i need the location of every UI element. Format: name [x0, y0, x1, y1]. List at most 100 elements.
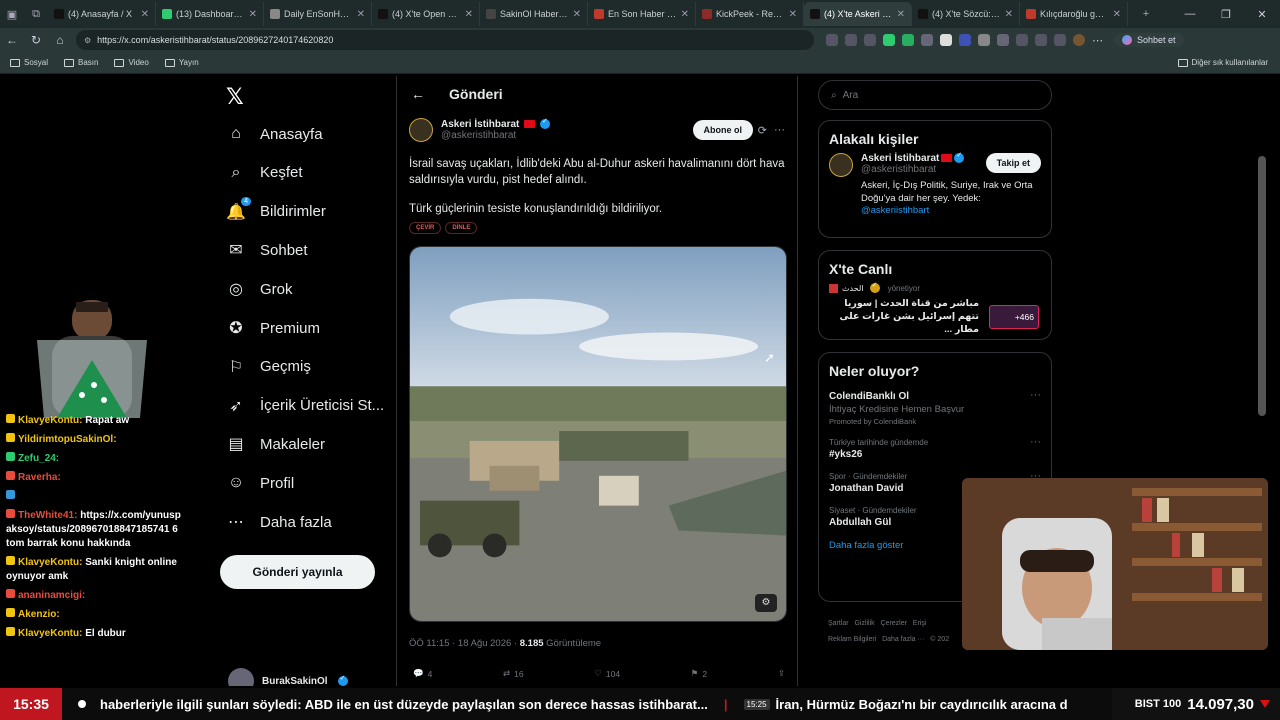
reload-icon[interactable]: ↻	[24, 33, 48, 47]
tweet-avatar[interactable]	[409, 118, 433, 142]
tab-close-icon[interactable]: ✕	[141, 9, 149, 20]
tab-close-icon[interactable]: ✕	[465, 9, 473, 20]
trend-item[interactable]: ColendiBanklı Ol İhtiyaç Kredisine Hemen …	[819, 385, 1051, 432]
maximize-icon[interactable]: ❐	[1208, 8, 1244, 21]
nav-item-bell[interactable]: 🔔 4 Bildirimler	[226, 196, 326, 222]
extension-icon[interactable]	[883, 34, 895, 46]
back-icon[interactable]: ←	[0, 33, 24, 47]
more-icon[interactable]: ⋯	[1092, 34, 1104, 47]
tab-close-icon[interactable]: ✕	[897, 9, 905, 20]
tab-close-icon[interactable]: ✕	[249, 9, 257, 20]
share-button[interactable]: ⇪	[778, 668, 785, 679]
other-bookmarks[interactable]: Diğer sık kullanılanlar	[1177, 58, 1268, 67]
url-field[interactable]: ⚙ https://x.com/askeristihbarat/status/2…	[76, 30, 814, 50]
grok-icon[interactable]: ⟳	[758, 124, 767, 137]
extension-icon[interactable]	[940, 34, 952, 46]
browser-tab[interactable]: Daily EnSonHaber ✕	[264, 2, 372, 26]
repost-button[interactable]: ⇄ 16	[503, 668, 524, 679]
nav-item-premium[interactable]: ✪ Premium	[226, 318, 320, 338]
tab-label: (4) Anasayfa / X	[68, 9, 133, 19]
star-icon[interactable]	[864, 34, 876, 46]
copilot-button[interactable]: Sohbet et	[1114, 33, 1184, 47]
nav-item-article[interactable]: ▤ Makaleler	[226, 434, 325, 454]
extension-icon[interactable]	[845, 34, 857, 46]
browser-tab[interactable]: KickPeek - Real-tim ✕	[696, 2, 804, 26]
live-item[interactable]: مباشر من قناة الحدث | سوريا تتهم إسرائيل…	[819, 293, 1051, 340]
post-button[interactable]: Gönderi yayınla	[220, 555, 375, 589]
tab-close-icon[interactable]: ✕	[1005, 9, 1013, 20]
more-icon[interactable]: ···	[774, 124, 785, 136]
nav-item-rocket[interactable]: ➶ İçerik Üreticisi St...	[226, 396, 384, 416]
extension-icon[interactable]	[921, 34, 933, 46]
browser-tab[interactable]: (13) Dashboard / St ✕	[156, 2, 264, 26]
tab-close-icon[interactable]: ✕	[573, 9, 581, 20]
follow-button[interactable]: Takip et	[985, 153, 1041, 173]
bookmark-folder[interactable]: Sosyal	[10, 58, 48, 67]
scrollbar[interactable]	[1258, 156, 1266, 416]
collections-icon[interactable]	[1054, 34, 1066, 46]
related-bio: Askeri, İç-Dış Politik, Suriye, Irak ve …	[861, 180, 1033, 204]
nav-item-chat[interactable]: ✉ Sohbet	[226, 240, 307, 260]
extension-icon[interactable]	[826, 34, 838, 46]
tab-close-icon[interactable]: ✕	[1113, 9, 1121, 20]
extension-icon[interactable]	[978, 34, 990, 46]
site-info-icon[interactable]: ⚙	[84, 36, 91, 45]
split-icon[interactable]	[1016, 34, 1028, 46]
nav-item-bookmark[interactable]: ⚐ Geçmiş	[226, 357, 311, 377]
related-bio-link[interactable]: @askeriistihbart	[861, 205, 1041, 216]
tweet-photo[interactable]	[409, 246, 787, 622]
nav-item-home[interactable]: ⌂ Anasayfa	[226, 124, 322, 144]
home-icon[interactable]: ⌂	[48, 33, 72, 47]
streamer-overlay	[37, 300, 147, 418]
tweet-author-name[interactable]: Askeri İstihbarat	[441, 119, 519, 130]
tab-close-icon[interactable]: ✕	[681, 9, 689, 20]
subscribe-button[interactable]: Abone ol	[692, 120, 753, 140]
folder-icon	[114, 58, 125, 67]
more-icon[interactable]: ···	[1030, 436, 1041, 448]
extension-icon[interactable]	[959, 34, 971, 46]
favorites-icon[interactable]	[1035, 34, 1047, 46]
rocket-icon: ➶	[229, 397, 243, 415]
nav-item-more[interactable]: ⋯ Daha fazla	[226, 512, 332, 532]
new-tab-button[interactable]: +	[1134, 2, 1158, 26]
like-button[interactable]: ♡ 104	[594, 668, 620, 679]
tweet-author-handle[interactable]: @askeristihbarat	[441, 130, 550, 141]
close-icon[interactable]: ✕	[1244, 8, 1280, 21]
nav-item-search[interactable]: ⌕ Keşfet	[226, 163, 303, 183]
tab-close-icon[interactable]: ✕	[789, 9, 797, 20]
browser-tab[interactable]: En Son Haber - Hab ✕	[588, 2, 696, 26]
trend-item[interactable]: Türkiye tarihinde gündemde #yks26 ···	[819, 432, 1051, 466]
nav-item-grok[interactable]: ◎ Grok	[226, 279, 293, 299]
translate-button[interactable]: ÇEVİR	[409, 222, 442, 234]
related-name[interactable]: Askeri İstihbarat	[861, 153, 939, 164]
chat-message: Zefu_24:	[6, 452, 182, 466]
related-avatar[interactable]	[829, 153, 853, 177]
nav-item-profile[interactable]: ☺ Profil	[226, 473, 294, 493]
browser-tab[interactable]: SakinOl Haber Merk ✕	[480, 2, 588, 26]
minimize-icon[interactable]: —	[1172, 8, 1208, 20]
tab-actions-icon[interactable]: ⧉	[24, 2, 48, 26]
extension-icon[interactable]	[902, 34, 914, 46]
browser-menu-icon[interactable]: ▣	[0, 2, 24, 26]
browser-tab[interactable]: (4) X'te Askeri İstih ✕	[804, 2, 912, 26]
back-arrow-icon[interactable]: ←	[411, 86, 425, 102]
account-switcher[interactable]: BurakSakinOl	[228, 668, 348, 686]
browser-tab[interactable]: (4) X'te Open Source ✕	[372, 2, 480, 26]
chat-badge-icon	[6, 433, 15, 442]
tab-close-icon[interactable]: ✕	[357, 9, 365, 20]
browser-tab[interactable]: (4) X'te Sözcü: "CH ✕	[912, 2, 1020, 26]
browser-tab[interactable]: Kılıçdaroğlu geri ad ✕	[1020, 2, 1128, 26]
avatar[interactable]	[1073, 34, 1085, 46]
bookmark-folder[interactable]: Basın	[64, 58, 98, 67]
image-options-icon[interactable]: ⚙	[755, 594, 777, 612]
bookmark-button[interactable]: ⚑ 2	[691, 668, 707, 679]
bookmark-folder[interactable]: Video	[114, 58, 149, 67]
bookmark-folder[interactable]: Yayın	[164, 58, 199, 67]
listen-button[interactable]: DİNLE	[445, 222, 478, 234]
x-logo-icon[interactable]: 𝕏	[226, 84, 244, 110]
reply-button[interactable]: 💬 4	[413, 668, 432, 679]
more-icon[interactable]: ···	[1030, 389, 1041, 401]
browser-tab[interactable]: (4) Anasayfa / X ✕	[48, 2, 156, 26]
search-input[interactable]: ⌕ Ara	[818, 80, 1052, 110]
extension-icon[interactable]	[997, 34, 1009, 46]
